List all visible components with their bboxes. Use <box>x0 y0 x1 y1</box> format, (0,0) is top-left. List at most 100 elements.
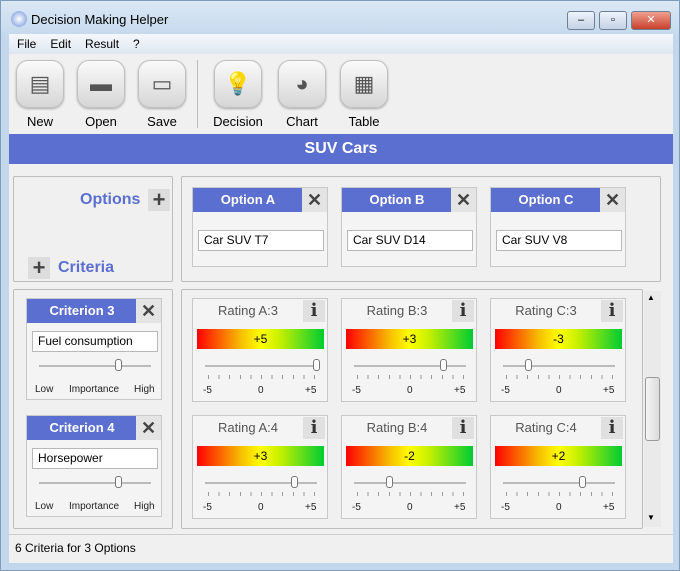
rating-slider-thumb[interactable] <box>578 476 586 488</box>
criterion-card: Criterion 3 ✕ Fuel consumption Low Importanc… <box>26 298 162 400</box>
scale-max-label: +5 <box>454 502 466 513</box>
rating-label: Rating B:4 <box>366 420 428 435</box>
importance-low-label: Low <box>35 501 54 512</box>
slider-ticks <box>208 492 316 496</box>
scale-min-label: -5 <box>501 502 510 513</box>
criterion-name[interactable]: Criterion 4 <box>27 416 137 440</box>
importance-low-label: Low <box>35 384 54 395</box>
rating-card: Rating C:4 i +2 -5 0 +5 <box>490 415 626 519</box>
rating-slider-thumb[interactable] <box>386 476 394 488</box>
add-option-button[interactable]: + <box>148 189 170 211</box>
info-button[interactable]: i <box>601 300 623 322</box>
rating-label: Rating C:3 <box>515 303 577 318</box>
scale-mid-label: 0 <box>407 502 413 513</box>
rating-label: Rating B:3 <box>366 303 428 318</box>
option-name[interactable]: Option B <box>342 188 452 212</box>
add-criterion-button[interactable]: + <box>28 257 50 279</box>
scroll-up-icon[interactable]: ▲ <box>647 293 655 302</box>
toolbar-new-button[interactable]: ▤ New <box>15 60 65 129</box>
option-name[interactable]: Option C <box>491 188 601 212</box>
rating-value-bar: -2 <box>346 446 473 466</box>
importance-high-label: High <box>134 384 155 395</box>
toolbar-open-button[interactable]: ▬ Open <box>76 60 126 129</box>
toolbar-chart-button[interactable]: ◕ Chart <box>277 60 327 129</box>
importance-label: Importance <box>69 384 120 395</box>
importance-slider[interactable] <box>39 365 151 367</box>
remove-option-button[interactable]: ✕ <box>600 188 625 212</box>
scale-mid-label: 0 <box>556 502 562 513</box>
rating-slider-thumb[interactable] <box>313 359 320 371</box>
rating-value-bar: +5 <box>197 329 324 349</box>
toolbar-label: Save <box>147 114 177 129</box>
menu-result[interactable]: Result <box>85 37 119 51</box>
option-value-input[interactable]: Car SUV T7 <box>198 230 324 251</box>
option-value-input[interactable]: Car SUV D14 <box>347 230 473 251</box>
option-name[interactable]: Option A <box>193 188 303 212</box>
status-bar-text: 6 Criteria for 3 Options <box>15 541 136 555</box>
rating-label: Rating C:4 <box>515 420 577 435</box>
importance-slider-thumb[interactable] <box>114 476 122 488</box>
menu-help[interactable]: ? <box>133 37 140 51</box>
remove-option-button[interactable]: ✕ <box>451 188 476 212</box>
criterion-value-input[interactable]: Fuel consumption <box>32 331 158 352</box>
window-title: Decision Making Helper <box>31 12 169 27</box>
info-button[interactable]: i <box>303 417 325 439</box>
menu-edit[interactable]: Edit <box>50 37 71 51</box>
toolbar-label: New <box>26 114 53 129</box>
rating-slider[interactable] <box>503 482 615 484</box>
scrollbar-thumb[interactable] <box>645 377 660 441</box>
rating-value-bar: +2 <box>495 446 622 466</box>
toolbar-decision-button[interactable]: 💡 Decision <box>211 60 265 129</box>
status-divider <box>9 534 673 535</box>
rating-slider[interactable] <box>205 482 317 484</box>
option-value-input[interactable]: Car SUV V8 <box>496 230 622 251</box>
chart-icon: ◕ <box>278 60 326 108</box>
rating-card: Rating B:3 i +3 -5 0 +5 <box>341 298 477 402</box>
info-button[interactable]: i <box>601 417 623 439</box>
toolbar-save-button[interactable]: ▭ Save <box>137 60 187 129</box>
option-card: Option C ✕ Car SUV V8 <box>490 187 626 267</box>
rating-slider[interactable] <box>354 482 466 484</box>
scale-min-label: -5 <box>352 502 361 513</box>
criteria-label: Criteria <box>58 259 115 276</box>
rating-slider[interactable] <box>503 365 615 367</box>
toolbar-table-button[interactable]: ▦ Table <box>339 60 389 129</box>
rating-value-bar: +3 <box>197 446 324 466</box>
project-title-banner: SUV Cars <box>9 134 673 164</box>
rating-slider-thumb[interactable] <box>291 476 299 488</box>
rating-label: Rating A:4 <box>218 420 278 435</box>
importance-label: Importance <box>69 501 120 512</box>
info-button[interactable]: i <box>303 300 325 322</box>
options-label: Options <box>80 191 141 208</box>
criterion-name[interactable]: Criterion 3 <box>27 299 137 323</box>
toolbar-label: Open <box>85 114 117 129</box>
table-icon: ▦ <box>340 60 388 108</box>
maximize-button[interactable]: ▫ <box>599 11 627 30</box>
scale-mid-label: 0 <box>556 385 562 396</box>
rating-slider-thumb[interactable] <box>524 359 532 371</box>
importance-slider[interactable] <box>39 482 151 484</box>
ratings-panel: Rating A:3 i +5 -5 0 +5 Rating B:3 i +3 -5 0 +5 Rati… <box>181 289 643 529</box>
rating-slider-thumb[interactable] <box>440 359 448 371</box>
scale-max-label: +5 <box>305 385 317 396</box>
remove-option-button[interactable]: ✕ <box>302 188 327 212</box>
scroll-down-icon[interactable]: ▼ <box>647 513 655 522</box>
remove-criterion-button[interactable]: ✕ <box>136 299 161 323</box>
criterion-value-input[interactable]: Horsepower <box>32 448 158 469</box>
minimize-button[interactable]: – <box>567 11 595 30</box>
app-icon <box>11 11 27 27</box>
criterion-card: Criterion 4 ✕ Horsepower Low Importance High <box>26 415 162 517</box>
scale-max-label: +5 <box>305 502 317 513</box>
rating-slider[interactable] <box>205 365 317 367</box>
menu-file[interactable]: File <box>17 37 36 51</box>
info-button[interactable]: i <box>452 417 474 439</box>
info-button[interactable]: i <box>452 300 474 322</box>
new-icon: ▤ <box>16 60 64 108</box>
remove-criterion-button[interactable]: ✕ <box>136 416 161 440</box>
close-button[interactable]: ✕ <box>631 11 671 30</box>
options-panel: Option A ✕ Car SUV T7 Option B ✕ Car SUV D14 O… <box>181 176 661 282</box>
importance-slider-thumb[interactable] <box>114 359 122 371</box>
rating-slider[interactable] <box>354 365 466 367</box>
rating-card: Rating A:3 i +5 -5 0 +5 <box>192 298 328 402</box>
vertical-scrollbar[interactable]: ▲ ▼ <box>644 291 661 527</box>
